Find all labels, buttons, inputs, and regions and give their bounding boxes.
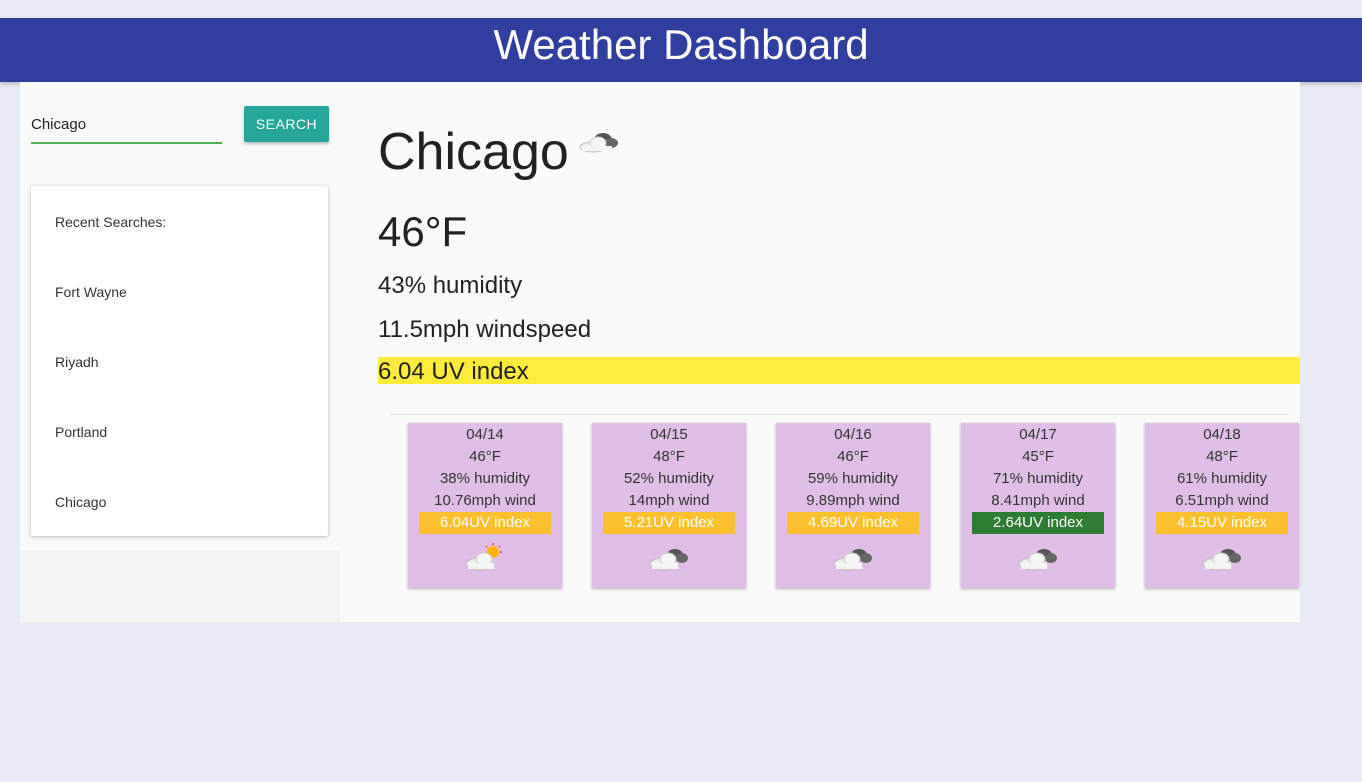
recent-search-item[interactable]: Chicago: [55, 494, 106, 510]
forecast-date: 04/18: [1203, 426, 1241, 443]
section-divider: [390, 414, 1288, 415]
forecast-uv-index: 4.15UV index: [1156, 512, 1288, 534]
sidebar: SEARCH Recent Searches: Fort Wayne Riyad…: [20, 82, 340, 622]
current-temperature: 46°F: [378, 208, 468, 255]
cloudy-icon: [649, 549, 688, 571]
forecast-wind: 8.41mph wind: [991, 492, 1085, 509]
forecast-wind: 9.89mph wind: [806, 492, 900, 509]
forecast-temperature: 48°F: [653, 448, 685, 465]
forecast-temperature: 46°F: [469, 448, 501, 465]
partly-cloudy-icon: [579, 133, 619, 153]
current-humidity: 43% humidity: [378, 272, 523, 299]
forecast-humidity: 61% humidity: [1176, 470, 1268, 487]
sun-behind-cloud-icon: [465, 543, 502, 571]
city-search-input[interactable]: [31, 106, 222, 144]
forecast-humidity: 71% humidity: [992, 470, 1084, 487]
city-name: Chicago: [378, 123, 569, 181]
forecast-humidity: 59% humidity: [807, 470, 899, 487]
forecast-uv-index: 5.21UV index: [603, 512, 735, 534]
search-button[interactable]: SEARCH: [244, 106, 329, 142]
forecast-humidity: 52% humidity: [623, 470, 715, 487]
dashboard-container: SEARCH Recent Searches: Fort Wayne Riyad…: [20, 82, 1300, 622]
forecast-date: 04/16: [834, 426, 872, 443]
forecast-uv-index: 6.04UV index: [419, 512, 551, 534]
current-weather-panel: Chicago 46°F 43% humidity 11.5mph windsp…: [378, 82, 1300, 622]
forecast-wind: 10.76mph wind: [434, 492, 536, 509]
forecast-card: 04/16 46°F 59% humidity 9.89mph wind 4.69UV …: [776, 423, 930, 588]
city-heading: Chicago: [378, 120, 623, 184]
current-windspeed: 11.5mph windspeed: [378, 316, 592, 343]
forecast-wind: 6.51mph wind: [1175, 492, 1269, 509]
forecast-uv-index: 4.69UV index: [787, 512, 919, 534]
forecast-date: 04/14: [466, 426, 504, 443]
forecast-temperature: 46°F: [837, 448, 869, 465]
recent-search-item[interactable]: Riyadh: [55, 354, 99, 370]
cloudy-icon: [1202, 549, 1241, 571]
recent-search-item[interactable]: Portland: [55, 424, 107, 440]
recent-search-item[interactable]: Fort Wayne: [55, 284, 127, 300]
forecast-wind: 14mph wind: [628, 492, 710, 509]
recent-searches-title: Recent Searches:: [55, 214, 167, 230]
header-bar: Weather Dashboard: [0, 18, 1362, 82]
forecast-uv-index: 2.64UV index: [972, 512, 1104, 534]
forecast-card: 04/18 48°F 61% humidity 6.51mph wind 4.15UV …: [1145, 423, 1299, 588]
forecast-date: 04/17: [1019, 426, 1057, 443]
five-day-forecast: 04/14 46°F 38% humidity 10.76mph wind 6.04UV…: [408, 423, 1300, 589]
forecast-date: 04/15: [650, 426, 688, 443]
forecast-card: 04/14 46°F 38% humidity 10.76mph wind 6.04UV…: [408, 423, 562, 588]
recent-searches-card: Recent Searches: Fort Wayne Riyadh Portl…: [31, 186, 328, 536]
forecast-card: 04/15 48°F 52% humidity 14mph wind 5.21UV in…: [592, 423, 746, 588]
current-uv-index: 6.04 UV index: [378, 357, 1300, 385]
cloudy-icon: [833, 549, 872, 571]
forecast-humidity: 38% humidity: [439, 470, 531, 487]
forecast-temperature: 45°F: [1022, 448, 1054, 465]
page-title: Weather Dashboard: [493, 21, 869, 68]
sidebar-footer-area: [20, 550, 340, 622]
forecast-temperature: 48°F: [1206, 448, 1238, 465]
forecast-card: 04/17 45°F 71% humidity 8.41mph wind 2.64UV …: [961, 423, 1115, 588]
cloudy-icon: [1018, 549, 1057, 571]
